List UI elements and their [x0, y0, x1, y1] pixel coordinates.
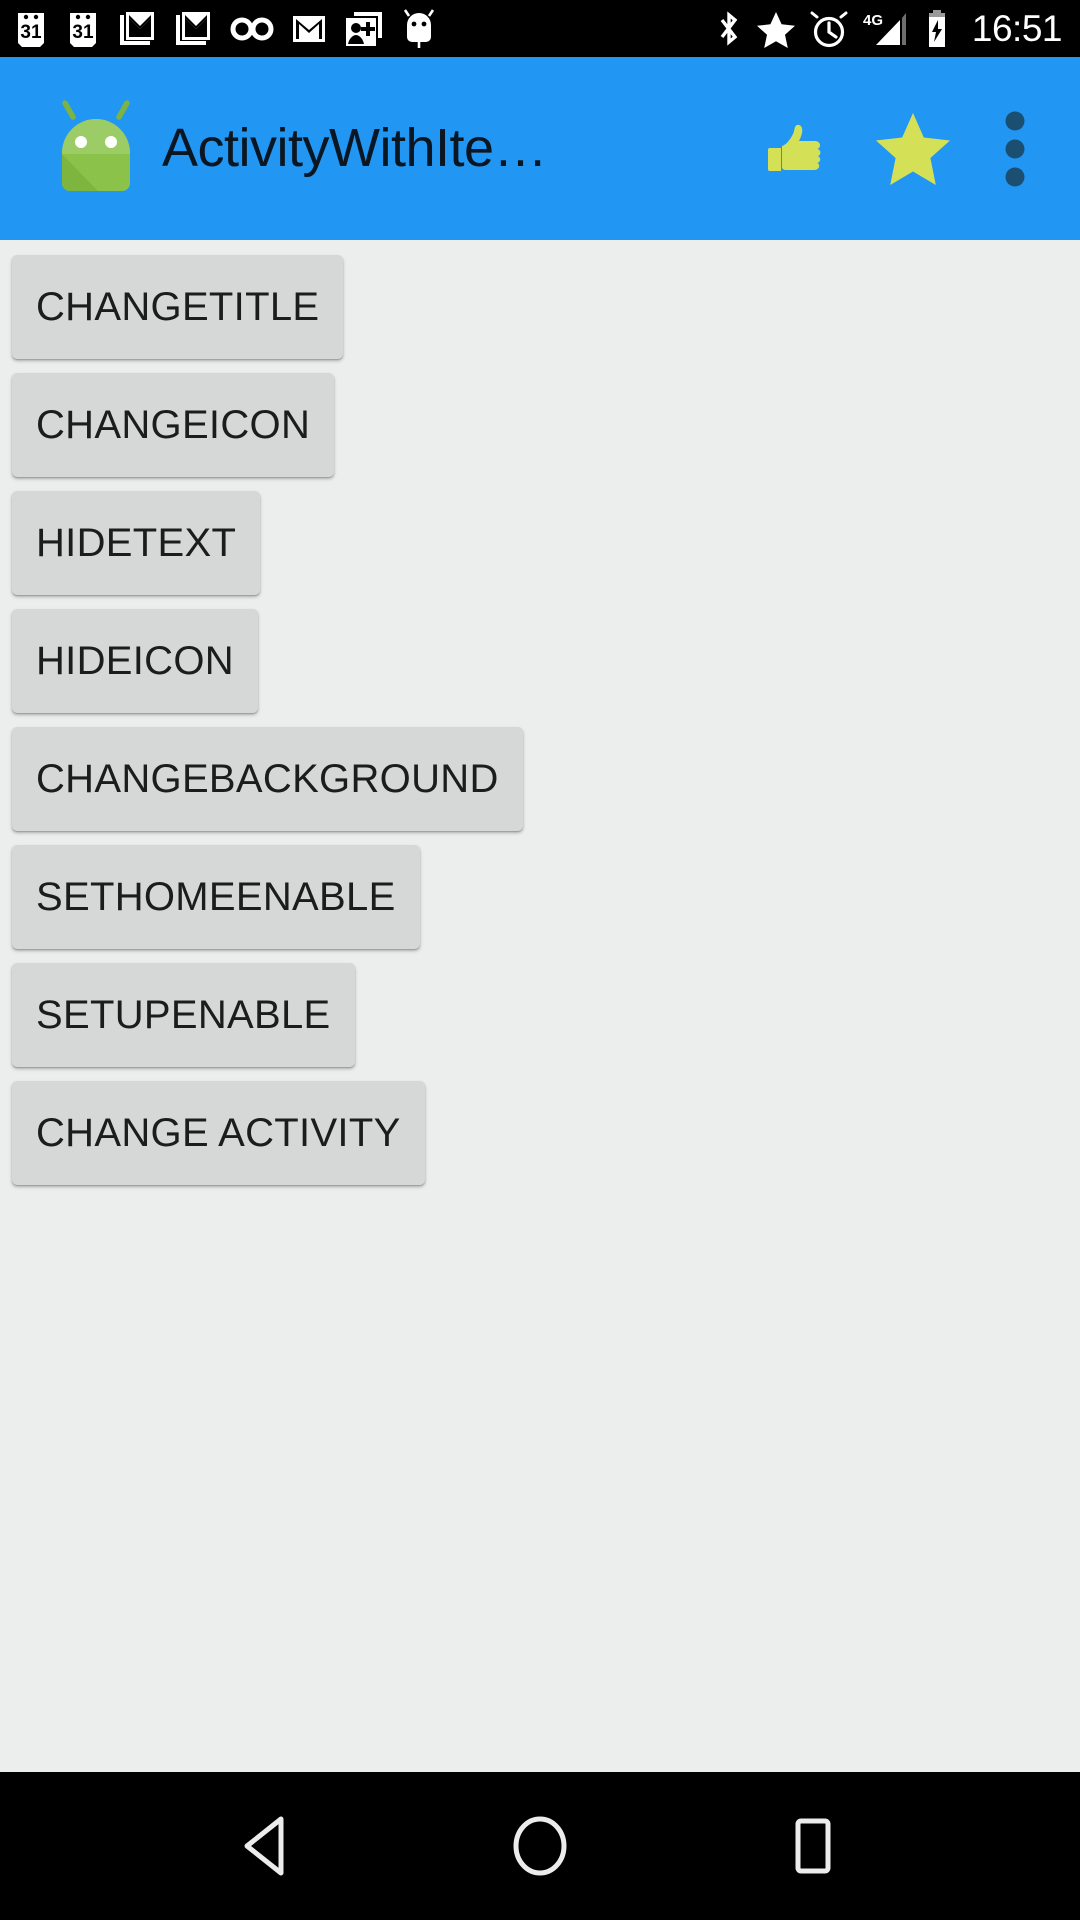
- alarm-icon: [810, 11, 848, 47]
- page-title: ActivityWithIte…: [162, 118, 548, 178]
- star-icon: [756, 11, 795, 48]
- hide-text-button[interactable]: HIDETEXT: [12, 491, 261, 595]
- status-bar: 31 31 4G 16:51: [0, 0, 1080, 57]
- overflow-menu-action[interactable]: [972, 90, 1058, 208]
- nav-back-button[interactable]: [192, 1772, 342, 1920]
- signal-icon: 4G: [863, 12, 906, 45]
- change-activity-button[interactable]: CHANGE ACTIVITY: [12, 1081, 425, 1185]
- thumb-up-icon: [768, 124, 821, 171]
- gmail-stack-icon: [176, 11, 210, 45]
- change-title-button[interactable]: CHANGETITLE: [12, 255, 344, 359]
- add-contact-icon: [346, 11, 382, 46]
- android-phone-screen: 31 31 4G 16:51 ActivityWithIte… CHANGETI…: [0, 0, 1080, 1920]
- main-content: CHANGETITLE CHANGEICON HIDETEXT HIDEICON…: [0, 240, 1080, 1772]
- hide-icon-button[interactable]: HIDEICON: [12, 609, 258, 713]
- android-debug-icon: [403, 8, 435, 48]
- navigation-bar: [0, 1772, 1080, 1920]
- app-bar: ActivityWithIte…: [0, 57, 1080, 240]
- battery-charging-icon: [928, 9, 945, 47]
- home-circle-icon: [513, 1816, 567, 1876]
- back-triangle-icon: [244, 1816, 284, 1876]
- status-bar-system-icons: 4G 16:51: [716, 8, 1063, 49]
- bluetooth-icon: [720, 10, 738, 46]
- gmail-icon: [293, 15, 325, 42]
- set-home-enable-button[interactable]: SETHOMEENABLE: [12, 845, 420, 949]
- more-vert-icon: [1005, 111, 1025, 186]
- star-action[interactable]: [854, 90, 972, 208]
- change-background-button[interactable]: CHANGEBACKGROUND: [12, 727, 523, 831]
- gmail-stack-icon: [120, 11, 154, 45]
- calendar-icon: 31: [70, 12, 96, 47]
- star-icon: [876, 112, 950, 185]
- app-bar-actions: [736, 90, 1058, 208]
- change-icon-button[interactable]: CHANGEICON: [12, 373, 335, 477]
- nav-home-button[interactable]: [465, 1772, 615, 1920]
- recents-square-icon: [795, 1818, 831, 1874]
- nav-recents-button[interactable]: [738, 1772, 888, 1920]
- svg-text:4G: 4G: [863, 12, 883, 29]
- voicemail-icon: [230, 17, 274, 40]
- status-bar-clock: 16:51: [971, 8, 1063, 49]
- thumb-up-action[interactable]: [736, 90, 854, 208]
- svg-text:31: 31: [72, 22, 94, 43]
- set-up-enable-button[interactable]: SETUPENABLE: [12, 963, 355, 1067]
- android-robot-icon: [62, 99, 130, 191]
- calendar-icon: 31: [18, 12, 44, 47]
- status-bar-notification-icons: 31 31: [14, 8, 716, 49]
- svg-text:31: 31: [20, 22, 42, 43]
